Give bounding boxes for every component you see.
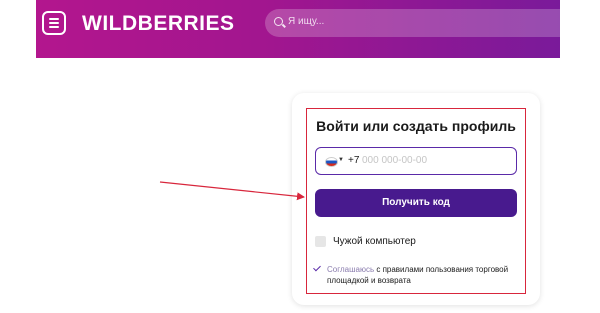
arrow-line [159, 181, 305, 201]
annotation-arrow [159, 181, 305, 201]
